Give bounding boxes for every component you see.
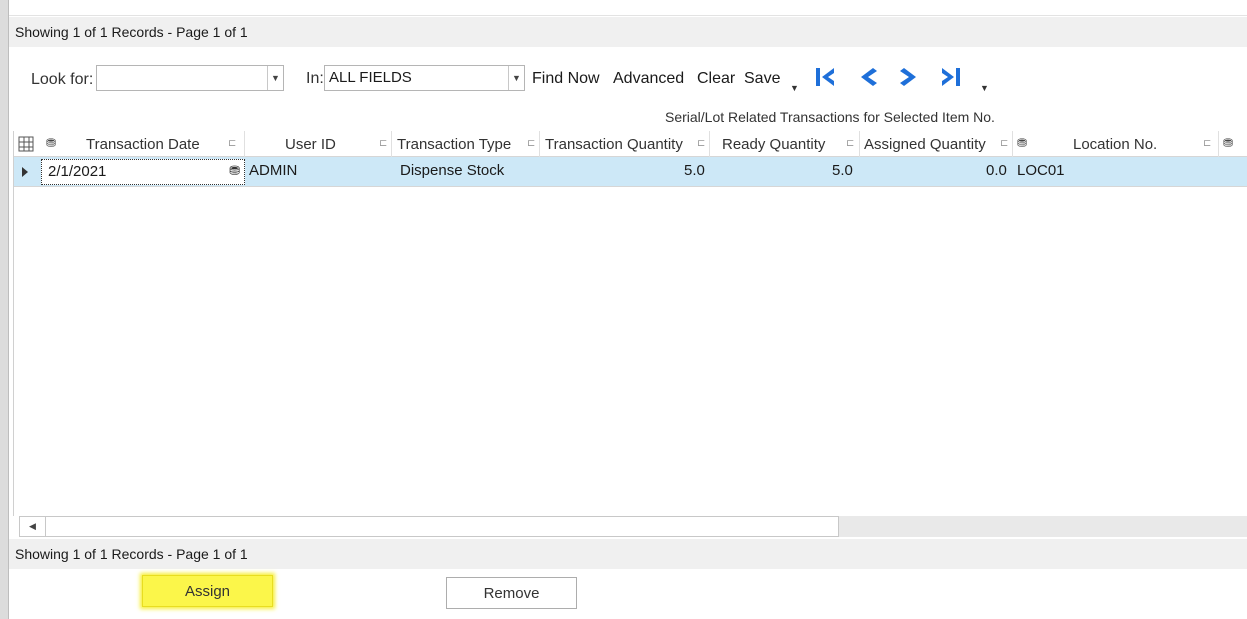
- col-location-no-label: Location No.: [1073, 136, 1158, 153]
- previous-page-icon[interactable]: [857, 66, 881, 88]
- chevron-down-icon[interactable]: ▼: [508, 66, 524, 90]
- col-overflow[interactable]: ⛃: [1219, 131, 1247, 157]
- assign-button[interactable]: Assign: [142, 575, 273, 607]
- col-assigned-quantity-label: Assigned Quantity: [864, 136, 986, 153]
- in-fields-value: ALL FIELDS: [329, 69, 412, 86]
- chevron-down-icon[interactable]: ▼: [267, 66, 283, 90]
- nav-dropdown-icon[interactable]: ▼: [980, 83, 989, 93]
- last-page-icon[interactable]: [938, 66, 962, 88]
- records-status-text: Showing 1 of 1 Records - Page 1 of 1: [15, 546, 248, 562]
- records-status-top: Showing 1 of 1 Records - Page 1 of 1: [9, 17, 1247, 47]
- col-user-id[interactable]: User ID ⊏: [245, 131, 392, 157]
- pin-icon[interactable]: ⊏: [1203, 138, 1211, 149]
- transaction-date-value: 2/1/2021: [48, 163, 107, 180]
- ready-quantity-cell: 5.0: [832, 162, 853, 179]
- horizontal-scrollbar[interactable]: ◀: [19, 516, 839, 537]
- in-fields-combobox[interactable]: ALL FIELDS ▼: [324, 65, 525, 91]
- filter-icon[interactable]: ⛃: [1223, 136, 1233, 150]
- grid-header-row: ⛃ Transaction Date ⊏ User ID ⊏ Transacti…: [14, 131, 1247, 157]
- col-transaction-date[interactable]: ⛃ Transaction Date ⊏: [42, 131, 245, 157]
- left-border: [0, 0, 9, 619]
- col-location-no[interactable]: ⛃ Location No. ⊏: [1013, 131, 1219, 157]
- search-toolbar: Look for: ▼ In: ALL FIELDS ▼ Find Now Ad…: [9, 47, 1247, 107]
- scroll-left-icon[interactable]: ◀: [20, 517, 46, 536]
- pin-icon[interactable]: ⊏: [379, 138, 387, 149]
- save-dropdown-icon[interactable]: ▼: [790, 83, 799, 93]
- pin-icon[interactable]: ⊏: [1000, 138, 1008, 149]
- pin-icon[interactable]: ⊏: [228, 138, 236, 149]
- transactions-grid: ⛃ Transaction Date ⊏ User ID ⊏ Transacti…: [13, 131, 1247, 516]
- records-status-text: Showing 1 of 1 Records - Page 1 of 1: [15, 24, 248, 40]
- col-transaction-type-label: Transaction Type: [397, 136, 512, 153]
- advanced-button[interactable]: Advanced: [613, 70, 684, 88]
- find-now-button[interactable]: Find Now: [532, 70, 600, 88]
- pin-icon[interactable]: ⊏: [527, 138, 535, 149]
- pin-icon[interactable]: ⊏: [697, 138, 705, 149]
- col-transaction-quantity-label: Transaction Quantity: [545, 136, 683, 153]
- col-ready-quantity[interactable]: Ready Quantity ⊏: [710, 131, 860, 157]
- first-page-icon[interactable]: [814, 66, 838, 88]
- records-status-bottom: Showing 1 of 1 Records - Page 1 of 1: [9, 539, 1247, 569]
- save-button[interactable]: Save: [744, 70, 780, 88]
- col-transaction-quantity[interactable]: Transaction Quantity ⊏: [540, 131, 710, 157]
- in-label: In:: [306, 70, 324, 87]
- col-ready-quantity-label: Ready Quantity: [722, 136, 826, 153]
- transactions-window: Showing 1 of 1 Records - Page 1 of 1 Loo…: [0, 0, 1247, 619]
- grid-caption: Serial/Lot Related Transactions for Sele…: [665, 109, 995, 125]
- transaction-quantity-cell: 5.0: [684, 162, 705, 179]
- col-assigned-quantity[interactable]: Assigned Quantity ⊏: [860, 131, 1013, 157]
- scrollbar-gutter: [839, 516, 1247, 537]
- pin-icon[interactable]: ⊏: [846, 138, 854, 149]
- assigned-quantity-cell: 0.0: [986, 162, 1007, 179]
- location-no-cell: LOC01: [1017, 162, 1065, 179]
- next-page-icon[interactable]: [896, 66, 920, 88]
- transaction-date-cell-editor[interactable]: 2/1/2021 ⛃: [41, 159, 245, 185]
- col-user-id-label: User ID: [285, 136, 336, 153]
- user-id-cell: ADMIN: [249, 162, 298, 179]
- look-for-label: Look for:: [31, 71, 94, 88]
- col-transaction-date-label: Transaction Date: [86, 136, 200, 153]
- filter-icon[interactable]: ⛃: [46, 136, 56, 150]
- table-grid-icon: [18, 136, 34, 152]
- look-for-combobox[interactable]: ▼: [96, 65, 284, 91]
- row-indicator-icon: [22, 167, 28, 177]
- clear-button[interactable]: Clear: [697, 70, 735, 88]
- table-row[interactable]: 2/1/2021 ⛃ ADMIN Dispense Stock 5.0 5.0 …: [14, 157, 1247, 187]
- filter-icon[interactable]: ⛃: [1017, 136, 1027, 150]
- grid-settings-icon[interactable]: [14, 131, 42, 157]
- transaction-type-cell: Dispense Stock: [400, 162, 505, 179]
- col-transaction-type[interactable]: Transaction Type ⊏: [392, 131, 540, 157]
- remove-button[interactable]: Remove: [446, 577, 577, 609]
- filter-icon[interactable]: ⛃: [229, 163, 240, 179]
- top-strip: [9, 0, 1247, 16]
